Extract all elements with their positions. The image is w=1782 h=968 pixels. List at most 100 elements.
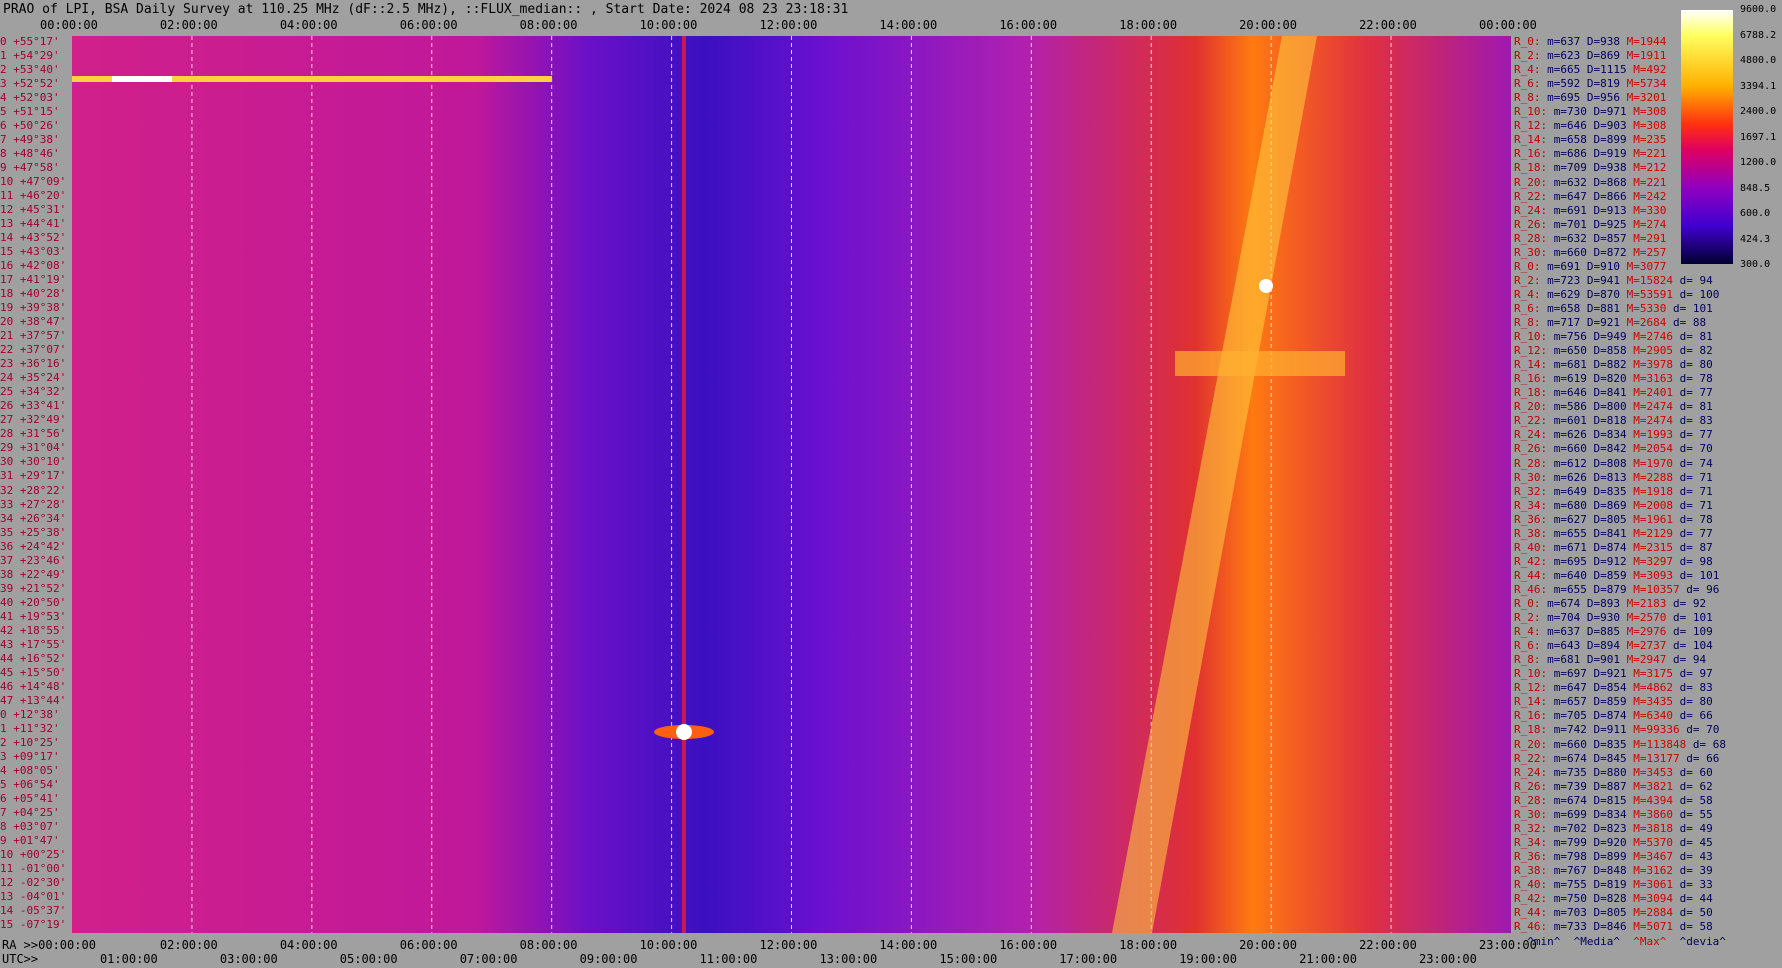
stats-cell: D=846 [1586, 920, 1627, 934]
stats-row: R_26: m=739 D=887 M=3821 d= 62 [1514, 781, 1713, 792]
stats-row: R_24: m=735 D=880 M=3453 d= 60 [1514, 767, 1713, 778]
stats-cell: D=912 [1586, 554, 1627, 568]
utc-tick-label: 11:00:00 [699, 952, 758, 966]
stats-cell: M=308 [1626, 105, 1667, 119]
stats-cell: m=742 [1547, 723, 1587, 737]
bright-streak-core [112, 76, 172, 82]
stats-cell: R_24: [1514, 203, 1548, 217]
stats-cell: M=2884 [1626, 906, 1673, 920]
stats-cell: m=697 [1547, 667, 1587, 681]
stats-row: R_14: m=658 D=899 M=235 [1514, 134, 1666, 145]
utc-tick-label: 07:00:00 [459, 952, 518, 966]
utc-tick-label: 03:00:00 [219, 952, 278, 966]
stats-row: R_12: m=650 D=858 M=2905 d= 82 [1514, 345, 1713, 356]
declination-label: 22 +37°07' [0, 343, 67, 357]
stats-row: R_20: m=586 D=800 M=2474 d= 81 [1514, 401, 1713, 412]
stats-cell: R_20: [1514, 175, 1548, 189]
stats-cell: M=3818 [1626, 821, 1673, 835]
stats-legend: ^min^ ^Media^ ^Max^ ^devia^ [1514, 936, 1726, 947]
stats-cell: M=3077 [1620, 259, 1667, 273]
ra-tick-label: RA >>00:00:00 [2, 938, 96, 952]
top-tick-label: 10:00:00 [639, 18, 698, 32]
declination-label: 28 +31°56' [0, 427, 67, 441]
stats-cell: M=492 [1626, 63, 1667, 77]
colorbar [1681, 10, 1733, 264]
stats-cell: D=869 [1580, 49, 1620, 63]
utc-tick-label: 09:00:00 [579, 952, 638, 966]
stats-cell: R_44: [1514, 906, 1548, 920]
stats-cell: D=872 [1586, 245, 1627, 259]
top-tick-label: 20:00:00 [1239, 18, 1297, 32]
stats-cell: M=2947 [1620, 653, 1667, 667]
stats-cell: D=813 [1586, 470, 1627, 484]
stats-cell: D=805 [1586, 906, 1627, 920]
stats-cell: D=869 [1586, 498, 1627, 512]
stats-cell: d= 94 [1666, 653, 1707, 667]
stats-cell: M=3093 [1626, 568, 1673, 582]
declination-label: 36 +24°42' [0, 539, 67, 553]
stats-cell: R_46: [1514, 920, 1548, 934]
declination-label: 1 +54°29' [0, 49, 60, 63]
stats-row: R_18: m=742 D=911 M=99336 d= 70 [1514, 724, 1719, 735]
stats-row: R_10: m=756 D=949 M=2746 d= 81 [1514, 331, 1713, 342]
stats-cell: D=919 [1586, 147, 1627, 161]
ra-tick-label: 10:00:00 [639, 938, 698, 952]
stats-cell: R_40: [1514, 878, 1548, 891]
stats-cell: m=750 [1547, 892, 1587, 906]
declination-label: 42 +18°55' [0, 623, 67, 637]
declination-label: 16 +42°08' [0, 259, 67, 273]
declination-label: 11 +46°20' [0, 189, 67, 203]
stats-cell: R_44: [1514, 568, 1548, 582]
stats-cell: D=842 [1586, 442, 1627, 456]
stats-cell: M=1961 [1626, 512, 1673, 526]
stats-cell: M=1944 [1620, 35, 1667, 48]
stats-cell: d= 44 [1672, 892, 1713, 906]
stats-cell: d= 80 [1672, 695, 1713, 709]
stats-row: R_22: m=601 D=818 M=2474 d= 83 [1514, 415, 1713, 426]
stats-cell: R_22: [1514, 414, 1548, 428]
stats-cell: M=3061 [1626, 878, 1673, 891]
stats-row: R_28: m=674 D=815 M=4394 d= 58 [1514, 795, 1713, 806]
stats-cell: R_2: [1514, 273, 1541, 287]
stats-row: R_36: m=627 D=805 M=1961 d= 78 [1514, 514, 1713, 525]
stats-cell: M=113848 [1626, 737, 1687, 751]
stats-row: R_38: m=655 D=841 M=2129 d= 77 [1514, 528, 1713, 539]
stats-cell: m=592 [1540, 77, 1581, 91]
stats-cell: D=841 [1586, 386, 1627, 400]
colorbar-tick: 1200.0 [1740, 157, 1777, 168]
declination-label: 27 +32°49' [0, 413, 67, 427]
stats-cell: R_22: [1514, 751, 1548, 765]
stats-cell: m=704 [1540, 611, 1581, 625]
stats-cell: M=2684 [1620, 316, 1667, 329]
stats-cell: d= 96 [1679, 582, 1720, 596]
source-core [676, 724, 692, 740]
top-tick-label: 14:00:00 [879, 18, 938, 32]
stats-cell: R_8: [1514, 653, 1541, 667]
stats-cell: D=938 [1580, 35, 1620, 48]
stats-cell: R_10: [1514, 330, 1548, 344]
stats-cell: m=632 [1547, 175, 1587, 189]
stats-cell: M=2570 [1620, 611, 1667, 625]
stats-cell: D=805 [1586, 512, 1627, 526]
stats-cell: d= 33 [1672, 878, 1713, 891]
drifting-band [1112, 36, 1317, 933]
stats-cell: R_20: [1514, 400, 1548, 414]
stats-legend-item: ^devia^ [1666, 935, 1726, 949]
stats-cell: R_30: [1514, 245, 1548, 259]
stats-cell: R_14: [1514, 695, 1548, 709]
stats-row: R_0: m=637 D=938 M=1944 [1514, 36, 1666, 47]
stats-cell: R_26: [1514, 442, 1548, 456]
declination-label: 18 +40°28' [0, 287, 67, 301]
stats-row: R_20: m=632 D=868 M=221 [1514, 177, 1666, 188]
stats-cell: M=3094 [1626, 892, 1673, 906]
declination-label: 46 +14°48' [0, 679, 67, 693]
colorbar-tick: 600.0 [1740, 208, 1771, 219]
stats-cell: D=887 [1586, 779, 1627, 793]
stats-cell: d= 49 [1672, 821, 1713, 835]
stats-cell: d= 94 [1672, 273, 1713, 287]
stats-row: R_20: m=660 D=835 M=113848 d= 68 [1514, 739, 1726, 750]
stats-cell: d= 58 [1672, 793, 1713, 807]
stats-cell: D=874 [1586, 709, 1627, 723]
stats-cell: M=1911 [1620, 49, 1667, 63]
top-tick-label: 06:00:00 [399, 18, 458, 32]
